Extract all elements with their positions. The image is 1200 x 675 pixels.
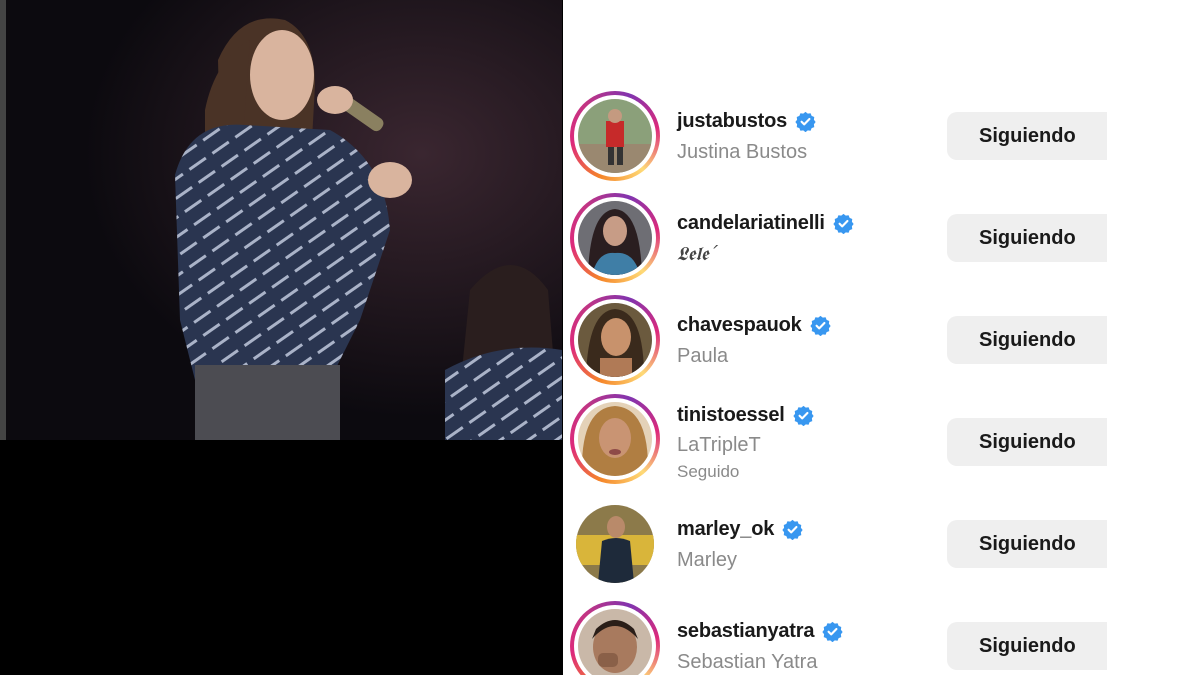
list-item: chavespauok Paula Siguiendo — [563, 290, 1200, 390]
follow-status: Seguido — [677, 462, 740, 481]
story-ring[interactable] — [570, 601, 660, 675]
full-name: Sebastian Yatra — [677, 651, 818, 673]
verified-badge-icon — [822, 621, 843, 642]
username[interactable]: chavespauok — [677, 314, 802, 337]
following-button[interactable]: Siguiendo — [947, 520, 1107, 568]
verified-badge-icon — [809, 315, 831, 336]
avatar — [576, 505, 654, 583]
following-button[interactable]: Siguiendo — [947, 622, 1107, 670]
avatar — [578, 201, 652, 275]
story-ring[interactable] — [570, 394, 660, 484]
verified-badge-icon — [782, 519, 803, 540]
list-item: marley_ok Marley Siguiendo — [563, 494, 1200, 594]
following-list: justabustos Justina Bustos Siguiendo can… — [563, 0, 1200, 675]
full-name: Marley — [677, 549, 738, 571]
full-name: LaTripleT — [677, 434, 761, 456]
username[interactable]: marley_ok — [677, 518, 774, 541]
list-item: candelariatinelli 𝕷𝖊𝖑𝖊´ Siguiendo — [563, 188, 1200, 288]
username[interactable]: candelariatinelli — [677, 212, 825, 235]
avatar — [578, 303, 652, 377]
story-ring[interactable] — [570, 193, 660, 283]
story-ring[interactable] — [570, 91, 660, 181]
story-ring[interactable] — [570, 295, 660, 385]
following-button[interactable]: Siguiendo — [947, 418, 1107, 466]
singer-photo-illustration — [0, 0, 562, 440]
avatar-frame[interactable] — [570, 499, 660, 589]
list-item: justabustos Justina Bustos Siguiendo — [563, 86, 1200, 186]
verified-badge-icon — [795, 111, 816, 132]
concert-photo — [0, 0, 562, 440]
full-name: Justina Bustos — [677, 141, 808, 163]
avatar — [578, 609, 652, 675]
following-button[interactable]: Siguiendo — [947, 214, 1107, 262]
avatar — [578, 402, 652, 476]
full-name: 𝕷𝖊𝖑𝖊´ — [677, 243, 718, 265]
list-item: sebastianyatra Sebastian Yatra Siguiendo — [563, 596, 1200, 675]
username[interactable]: tinistoessel — [677, 404, 785, 427]
avatar — [578, 99, 652, 173]
list-item: tinistoessel LaTripleT Seguido Siguiendo — [563, 392, 1200, 492]
verified-badge-icon — [833, 213, 854, 234]
username[interactable]: justabustos — [677, 110, 787, 133]
black-area — [0, 440, 563, 675]
username[interactable]: sebastianyatra — [677, 620, 814, 643]
following-button[interactable]: Siguiendo — [947, 316, 1107, 364]
verified-badge-icon — [792, 405, 814, 426]
full-name: Paula — [677, 345, 729, 367]
following-button[interactable]: Siguiendo — [947, 112, 1107, 160]
